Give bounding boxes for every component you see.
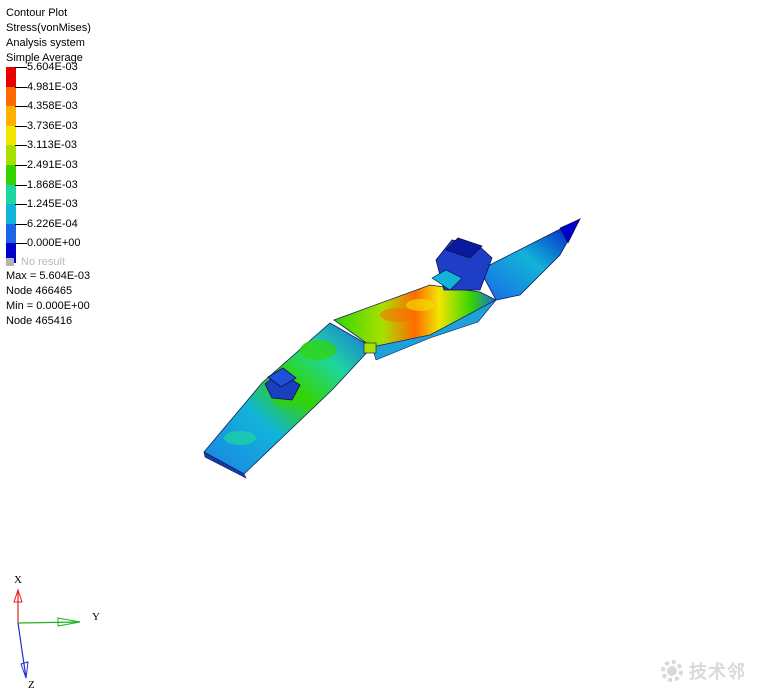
upper-deck-hotspot [406, 299, 434, 311]
triad-x-label: X [14, 574, 22, 586]
lower-plate-hotspot [300, 340, 336, 360]
hinge [363, 342, 377, 354]
triad-z-label: Z [28, 679, 35, 691]
watermark-text: 技术邻 [689, 662, 746, 682]
axis-triad: X Y Z [13, 574, 100, 691]
upper-deck-hotspot [380, 308, 416, 322]
lower-plate-hotspot [224, 431, 256, 445]
gear-logo-icon [661, 660, 683, 682]
structure-mesh [203, 218, 581, 479]
watermark: 技术邻 [659, 658, 746, 684]
triad-y-label: Y [92, 611, 100, 623]
